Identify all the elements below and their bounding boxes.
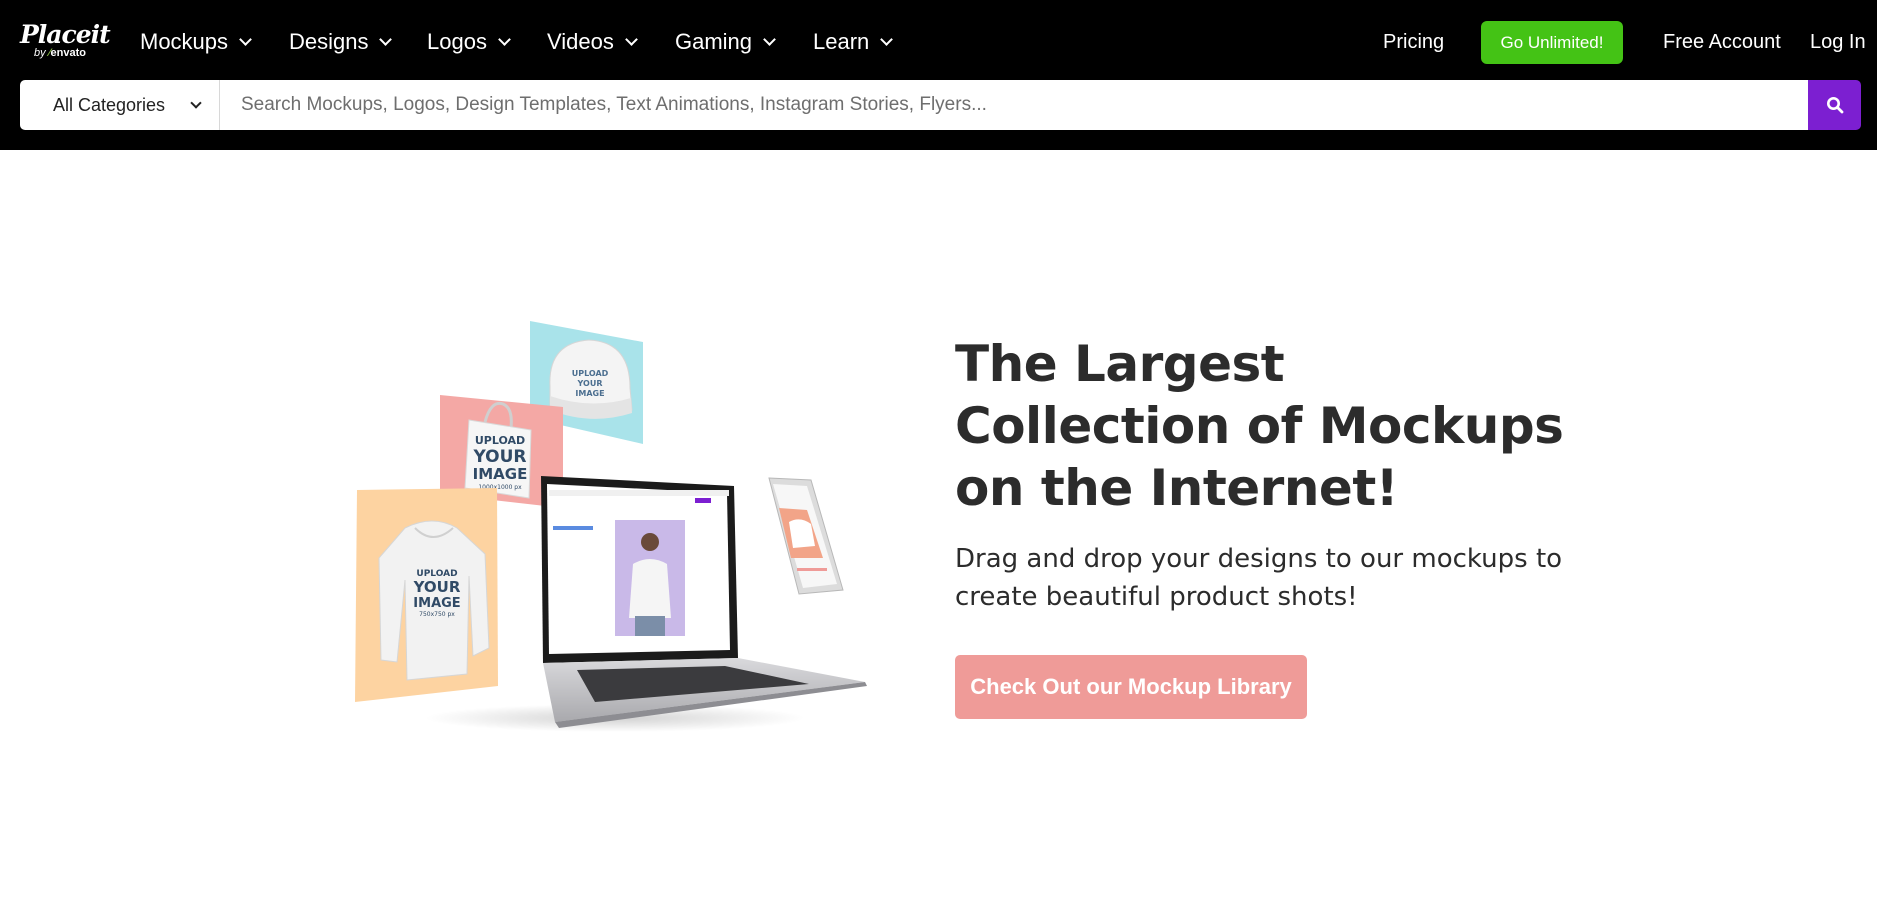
nav-mockups[interactable]: Mockups [140,24,252,60]
top-header: Placeit by ⁄envato Mockups Designs Logos… [0,0,1877,150]
mockups-illustration: UPLOAD YOUR IMAGE UPLOAD YOUR IMAGE 1000… [355,321,867,732]
search-button[interactable] [1808,80,1861,130]
hoodie-mockup-card: UPLOAD YOUR IMAGE 750x750 px [355,488,498,702]
beanie-upload-text: UPLOAD [572,369,609,378]
bag-image-text: IMAGE [473,465,528,483]
login-link[interactable]: Log In [1810,28,1866,56]
chevron-down-icon [625,32,638,46]
chevron-down-icon [880,32,894,46]
nav-designs[interactable]: Designs [289,24,393,60]
logo-byline: by ⁄envato [34,47,86,59]
phone-mockup [768,477,844,595]
chevron-down-icon [763,32,776,46]
bag-upload-text: UPLOAD [475,434,525,447]
beanie-your-text: YOUR [577,379,603,388]
nav-videos-label: Videos [547,29,614,54]
logo-wordmark: Placeit [20,20,111,49]
placeit-logo[interactable]: Placeit by ⁄envato [20,20,111,62]
nav-logos[interactable]: Logos [427,24,511,60]
hoodie-image-text: IMAGE [413,596,460,611]
bag-your-text: YOUR [472,447,526,467]
hero-subtitle: Drag and drop your designs to our mockup… [955,544,1563,612]
pricing-link[interactable]: Pricing [1383,28,1444,56]
go-unlimited-button[interactable]: Go Unlimited! [1481,21,1623,64]
nav-learn-label: Learn [813,29,870,54]
category-select-value: All Categories [53,94,166,115]
chevron-down-icon [379,32,393,46]
category-select[interactable]: All Categories [20,80,220,130]
chevron-down-icon [239,32,252,46]
nav-logos-label: Logos [427,29,487,54]
search-icon [1826,97,1843,114]
nav-gaming-label: Gaming [675,29,753,54]
nav-videos[interactable]: Videos [547,24,638,60]
hero-title: The Largest Collection of Mockups on the… [955,335,1564,517]
hoodie-size-text: 750x750 px [419,611,455,618]
nav-gaming[interactable]: Gaming [675,24,776,60]
nav-designs-label: Designs [289,29,369,54]
mockup-library-button[interactable]: Check Out our Mockup Library [955,655,1307,719]
search-input[interactable] [220,80,1808,130]
hoodie-your-text: YOUR [413,578,461,596]
chevron-down-icon [498,32,511,46]
beanie-image-text: IMAGE [575,389,604,398]
chevron-down-icon [190,96,202,109]
free-account-link[interactable]: Free Account [1663,28,1781,56]
nav-learn[interactable]: Learn [813,24,894,60]
nav-mockups-label: Mockups [140,29,229,54]
